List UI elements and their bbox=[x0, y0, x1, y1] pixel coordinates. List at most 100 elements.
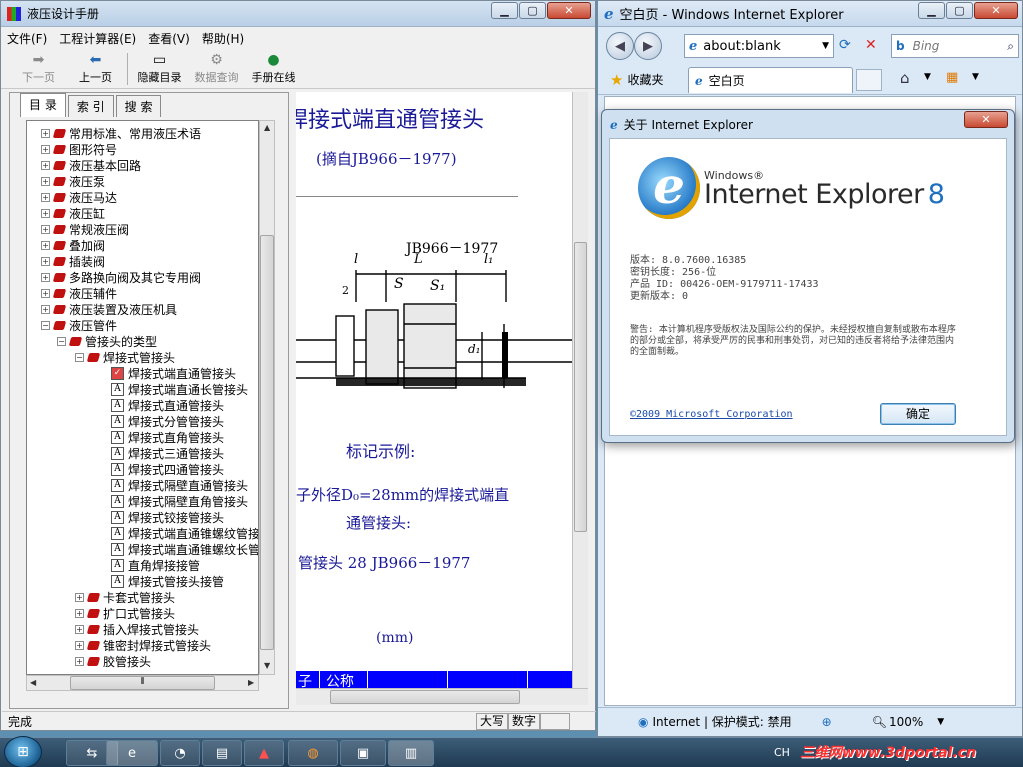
tree-item[interactable]: A 焊接式直角管接头 bbox=[111, 429, 224, 445]
tree-item[interactable]: − 液压管件 bbox=[41, 317, 117, 333]
hide-toc-button[interactable]: ▭ 隐藏目录 bbox=[132, 51, 187, 85]
tree-item[interactable]: + 锥密封焊接式管接头 bbox=[75, 637, 211, 653]
toc-tree[interactable]: + 常用标准、常用液压术语 + 图形符号 + 液压基本回路 + 液压泵 + 液压马达 + 液压缸 + 常规… bbox=[26, 120, 259, 675]
expand-icon[interactable]: + bbox=[41, 304, 50, 314]
tree-item[interactable]: A 焊接式管接头接管 bbox=[111, 573, 224, 589]
ie-maximize-button[interactable]: ▢ bbox=[946, 2, 973, 19]
home-icon[interactable]: ⌂ bbox=[900, 69, 910, 87]
copyright-link[interactable]: ©2009 Microsoft Corporation bbox=[630, 409, 793, 421]
search-icon[interactable]: ⌕ bbox=[1007, 39, 1014, 54]
menu-file[interactable]: 文件(F) bbox=[7, 30, 47, 47]
taskbar-folder-icon[interactable]: ▤ bbox=[202, 740, 242, 766]
maximize-button[interactable]: ▢ bbox=[519, 2, 546, 19]
tree-item[interactable]: ✓ 焊接式端直通管接头 bbox=[111, 365, 236, 381]
expand-icon[interactable]: + bbox=[41, 272, 50, 282]
ie-close-button[interactable]: ✕ bbox=[974, 2, 1018, 19]
expand-icon[interactable]: + bbox=[41, 176, 50, 186]
prev-page-button[interactable]: ⬅ 上一页 bbox=[68, 51, 123, 85]
tree-item[interactable]: + 液压缸 bbox=[41, 205, 105, 221]
tree-item[interactable]: + 液压装置及液压机具 bbox=[41, 301, 177, 317]
zoom-chevron-icon[interactable]: ▼ bbox=[937, 717, 944, 727]
address-bar[interactable]: e about:blank ▼ bbox=[684, 34, 834, 58]
favorites-button[interactable]: 收藏夹 bbox=[627, 71, 663, 88]
content-hscroll-thumb[interactable] bbox=[330, 690, 520, 704]
next-page-button[interactable]: ➡ 下一页 bbox=[11, 51, 66, 85]
expand-icon[interactable]: + bbox=[41, 144, 50, 154]
minimize-button[interactable]: ▁ bbox=[491, 2, 518, 19]
refresh-icon[interactable]: ⟳ bbox=[839, 37, 851, 53]
tree-item[interactable]: + 多路换向阀及其它专用阀 bbox=[41, 269, 201, 285]
expand-icon[interactable]: + bbox=[75, 592, 84, 602]
collapse-icon[interactable]: − bbox=[57, 336, 66, 346]
data-query-button[interactable]: ⚙ 数据查询 bbox=[189, 51, 244, 85]
tree-item[interactable]: A 焊接式端直通长管接头 bbox=[111, 381, 248, 397]
tree-item[interactable]: + 常用标准、常用液压术语 bbox=[41, 125, 201, 141]
tree-item[interactable]: + 扩口式管接头 bbox=[75, 605, 175, 621]
taskbar-app-icon[interactable]: ▣ bbox=[340, 740, 386, 766]
tree-item[interactable]: + 液压马达 bbox=[41, 189, 117, 205]
expand-icon[interactable]: + bbox=[75, 624, 84, 634]
zoom-icon[interactable]: 🔍︎ bbox=[872, 715, 887, 729]
input-language[interactable]: CH bbox=[774, 746, 790, 759]
taskbar-clock-app-icon[interactable]: ◔ bbox=[160, 740, 200, 766]
ok-button[interactable]: 确定 bbox=[880, 403, 956, 425]
start-button[interactable]: ⊞ bbox=[4, 736, 42, 767]
taskbar-ie-icon[interactable]: e bbox=[106, 740, 158, 766]
tab-contents[interactable]: 目 录 bbox=[20, 93, 66, 117]
tree-item[interactable]: A 焊接式四通管接头 bbox=[111, 461, 224, 477]
taskbar-pdf-icon[interactable]: ▲ bbox=[244, 740, 284, 766]
dialog-titlebar[interactable]: e 关于 Internet Explorer bbox=[610, 116, 753, 133]
tree-item[interactable]: A 焊接式分管管接头 bbox=[111, 413, 224, 429]
scroll-left-icon[interactable]: ◀ bbox=[30, 678, 36, 687]
tree-item[interactable]: A 直角焊接接管 bbox=[111, 557, 200, 573]
tree-item[interactable]: + 液压辅件 bbox=[41, 285, 117, 301]
manual-online-button[interactable]: ● 手册在线 bbox=[246, 51, 301, 85]
ie-titlebar[interactable]: e 空白页 - Windows Internet Explorer ▁ ▢ ✕ bbox=[598, 1, 1022, 27]
taskbar-hydraulic-manual-icon[interactable]: ▥ bbox=[388, 740, 434, 766]
tab-blank-page[interactable]: e 空白页 bbox=[688, 67, 853, 93]
protected-mode-icon[interactable]: ⊕ bbox=[822, 715, 832, 729]
menu-help[interactable]: 帮助(H) bbox=[202, 30, 244, 47]
tree-item[interactable]: − 焊接式管接头 bbox=[75, 349, 175, 365]
expand-icon[interactable]: + bbox=[41, 240, 50, 250]
tree-item[interactable]: + 胶管接头 bbox=[75, 653, 151, 669]
tree-item[interactable]: + 图形符号 bbox=[41, 141, 117, 157]
content-vertical-scrollbar[interactable] bbox=[572, 92, 588, 688]
home-chevron-icon[interactable]: ▼ bbox=[924, 72, 931, 82]
tab-index[interactable]: 索 引 bbox=[67, 95, 114, 117]
tree-item[interactable]: + 常规液压阀 bbox=[41, 221, 129, 237]
tree-item[interactable]: A 焊接式三通管接头 bbox=[111, 445, 224, 461]
tree-item[interactable]: + 插装阀 bbox=[41, 253, 105, 269]
expand-icon[interactable]: + bbox=[41, 192, 50, 202]
tree-item[interactable]: A 焊接式隔壁直通管接头 bbox=[111, 477, 248, 493]
menu-view[interactable]: 查看(V) bbox=[148, 30, 190, 47]
taskbar-firefox-icon[interactable]: ◍ bbox=[288, 740, 338, 766]
tree-item[interactable]: + 叠加阀 bbox=[41, 237, 105, 253]
menu-calculator[interactable]: 工程计算器(E) bbox=[59, 30, 136, 47]
tab-search[interactable]: 搜 索 bbox=[115, 95, 162, 117]
tree-item[interactable]: A 焊接式端直通锥螺纹管接头 bbox=[111, 525, 258, 541]
tree-item[interactable]: A 焊接式端直通锥螺纹长管接头 bbox=[111, 541, 258, 557]
dialog-close-button[interactable]: ✕ bbox=[964, 111, 1008, 128]
content-scroll-thumb[interactable] bbox=[574, 242, 587, 532]
tree-item[interactable]: + 卡套式管接头 bbox=[75, 589, 175, 605]
close-button[interactable]: ✕ bbox=[547, 2, 591, 19]
expand-icon[interactable]: + bbox=[41, 160, 50, 170]
expand-icon[interactable]: + bbox=[41, 128, 50, 138]
tree-item[interactable]: A 焊接式铰接管接头 bbox=[111, 509, 224, 525]
expand-icon[interactable]: + bbox=[41, 224, 50, 234]
expand-icon[interactable]: + bbox=[41, 208, 50, 218]
zoom-level[interactable]: 100% bbox=[889, 715, 923, 729]
ie-minimize-button[interactable]: ▁ bbox=[918, 2, 945, 19]
scroll-down-icon[interactable]: ▼ bbox=[264, 661, 270, 670]
stop-icon[interactable]: ✕ bbox=[865, 37, 877, 53]
expand-icon[interactable]: + bbox=[75, 640, 84, 650]
tree-item[interactable]: − 管接头的类型 bbox=[57, 333, 157, 349]
content-horizontal-scrollbar[interactable] bbox=[296, 688, 588, 705]
forward-button[interactable]: ▶ bbox=[634, 32, 662, 60]
scroll-right-icon[interactable]: ▶ bbox=[248, 678, 254, 687]
chevron-down-icon[interactable]: ▼ bbox=[822, 41, 829, 51]
tree-hscroll-thumb[interactable]: ⦀ bbox=[70, 676, 215, 690]
expand-icon[interactable]: + bbox=[41, 256, 50, 266]
collapse-icon[interactable]: − bbox=[41, 320, 50, 330]
